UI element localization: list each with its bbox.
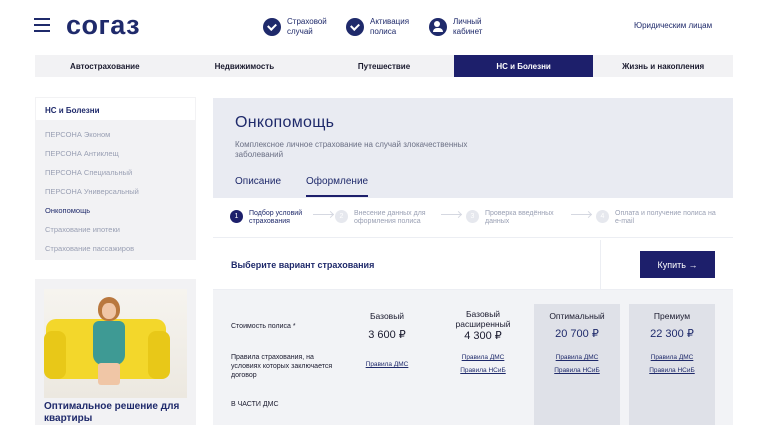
sofa-arm: [44, 331, 66, 379]
rules-dms-link[interactable]: Правила ДМС: [440, 354, 526, 361]
page-subtitle: Комплексное личное страхование на случай…: [235, 140, 468, 159]
rules-dms-link[interactable]: Правила ДМС: [344, 361, 430, 368]
nav-item-life[interactable]: Жизнь и накопления: [593, 55, 733, 77]
page-title: Онкопомощь: [235, 114, 335, 131]
step-3: 3 Проверка введённых данных: [466, 210, 565, 226]
plans-table: Стоимость полиса * Правила страхования, …: [213, 290, 733, 425]
plan-name: Премиум: [653, 311, 691, 321]
header-link-account[interactable]: Личный кабинет: [429, 15, 505, 39]
menu-icon[interactable]: [34, 18, 50, 32]
sidebar-item[interactable]: ПЕРСОНА Специальный: [35, 163, 196, 182]
girl-face: [102, 303, 116, 319]
buy-button[interactable]: Купить →: [640, 251, 715, 278]
rules-nsib-link[interactable]: Правила НСиБ: [440, 367, 526, 374]
promo-card[interactable]: Оптимальное решение для квартиры: [35, 279, 196, 425]
row-label-cost: Стоимость полиса *: [231, 323, 296, 330]
plan-name: Базовый: [369, 311, 405, 321]
arrow-right-icon: [571, 214, 591, 215]
plan-column-premium[interactable]: Премиум 22 300 ₽ Правила ДМС Правила НСи…: [629, 304, 715, 425]
rules-dms-link[interactable]: Правила ДМС: [534, 354, 620, 361]
choose-bar: Выберите вариант страхования Купить →: [213, 240, 733, 290]
arrow-right-icon: [441, 214, 461, 215]
check-circle-icon: [263, 18, 281, 36]
main-nav: Автострахование Недвижимость Путешествие…: [35, 55, 733, 77]
header-link-label: Личный кабинет: [453, 17, 483, 36]
plan-name: Базовый расширенный: [455, 309, 511, 329]
arrow-right-icon: [313, 214, 333, 215]
nav-item-auto[interactable]: Автострахование: [35, 55, 175, 77]
step-label: Подбор условий страхования: [249, 210, 303, 225]
plan-price: 22 300 ₽: [650, 328, 694, 340]
tab-description[interactable]: Описание: [235, 176, 281, 197]
logo[interactable]: согаз: [66, 10, 140, 41]
header-link-label: Активация полиса: [370, 17, 410, 36]
rules-nsib-link[interactable]: Правила НСиБ: [534, 367, 620, 374]
user-icon: [429, 18, 447, 36]
step-number: 1: [230, 210, 243, 223]
header-link-claim[interactable]: Страховой случай: [263, 15, 339, 39]
step-label: Проверка введённых данных: [485, 210, 554, 225]
promo-image: [44, 289, 187, 398]
choose-label: Выберите вариант страхования: [231, 260, 375, 270]
check-circle-icon: [346, 18, 364, 36]
sidebar-item[interactable]: Страхование пассажиров: [35, 239, 196, 258]
step-1: 1 Подбор условий страхования: [230, 210, 329, 226]
step-number: 2: [335, 210, 348, 223]
sidebar-heading[interactable]: НС и Болезни: [35, 97, 196, 121]
girl-dress: [93, 321, 125, 365]
nav-item-accidents[interactable]: НС и Болезни: [453, 55, 594, 77]
promo-title: Оптимальное решение для квартиры: [44, 401, 180, 424]
sidebar-item[interactable]: Страхование ипотеки: [35, 220, 196, 239]
step-number: 4: [596, 210, 609, 223]
step-number: 3: [466, 210, 479, 223]
sidebar-item[interactable]: ПЕРСОНА Универсальный: [35, 182, 196, 201]
header-link-label: Страховой случай: [287, 17, 327, 36]
checkout-steps: 1 Подбор условий страхования 2 Внесение …: [213, 198, 733, 238]
sidebar-item[interactable]: ПЕРСОНА Эконом: [35, 125, 196, 144]
step-2: 2 Внесение данных для оформления полиса: [335, 210, 434, 226]
step-label: Оплата и получение полиса на e-mail: [615, 210, 716, 225]
sidebar: НС и Болезни ПЕРСОНА Эконом ПЕРСОНА Анти…: [35, 97, 196, 260]
step-4: 4 Оплата и получение полиса на e-mail: [596, 210, 720, 226]
nav-item-travel[interactable]: Путешествие: [314, 55, 454, 77]
rules-dms-link[interactable]: Правила ДМС: [629, 354, 715, 361]
tab-checkout[interactable]: Оформление: [306, 176, 369, 197]
product-header: Онкопомощь Комплексное личное страховани…: [213, 98, 733, 198]
nav-item-property[interactable]: Недвижимость: [175, 55, 315, 77]
step-label: Внесение данных для оформления полиса: [354, 210, 426, 225]
plan-column-basic[interactable]: Базовый 3 600 ₽ Правила ДМС: [344, 304, 430, 425]
row-label-dms: В ЧАСТИ ДМС: [231, 401, 279, 408]
divider: [600, 240, 601, 290]
plan-price: 4 300 ₽: [464, 330, 502, 342]
product-tabs: Описание Оформление: [235, 176, 369, 197]
corporate-link[interactable]: Юридическим лицам: [634, 21, 712, 30]
site-header: согаз Страховой случай Активация полиса …: [0, 0, 768, 52]
row-label-rules: Правила страхования, на условиях которых…: [231, 354, 333, 379]
plan-column-optimal[interactable]: Оптимальный 20 700 ₽ Правила ДМС Правила…: [534, 304, 620, 425]
sofa-arm: [148, 331, 170, 379]
rules-nsib-link[interactable]: Правила НСиБ: [629, 367, 715, 374]
plan-price: 3 600 ₽: [368, 329, 406, 341]
sidebar-item-current[interactable]: Онкопомощь: [35, 201, 196, 220]
header-link-activation[interactable]: Активация полиса: [346, 15, 422, 39]
plan-price: 20 700 ₽: [555, 328, 599, 340]
plan-column-basic-extended[interactable]: Базовый расширенный 4 300 ₽ Правила ДМС …: [440, 304, 526, 425]
sidebar-item[interactable]: ПЕРСОНА Антиклещ: [35, 144, 196, 163]
plan-name: Оптимальный: [549, 311, 605, 321]
sidebar-list: ПЕРСОНА Эконом ПЕРСОНА Антиклещ ПЕРСОНА …: [35, 121, 196, 258]
girl-legs: [98, 363, 120, 385]
